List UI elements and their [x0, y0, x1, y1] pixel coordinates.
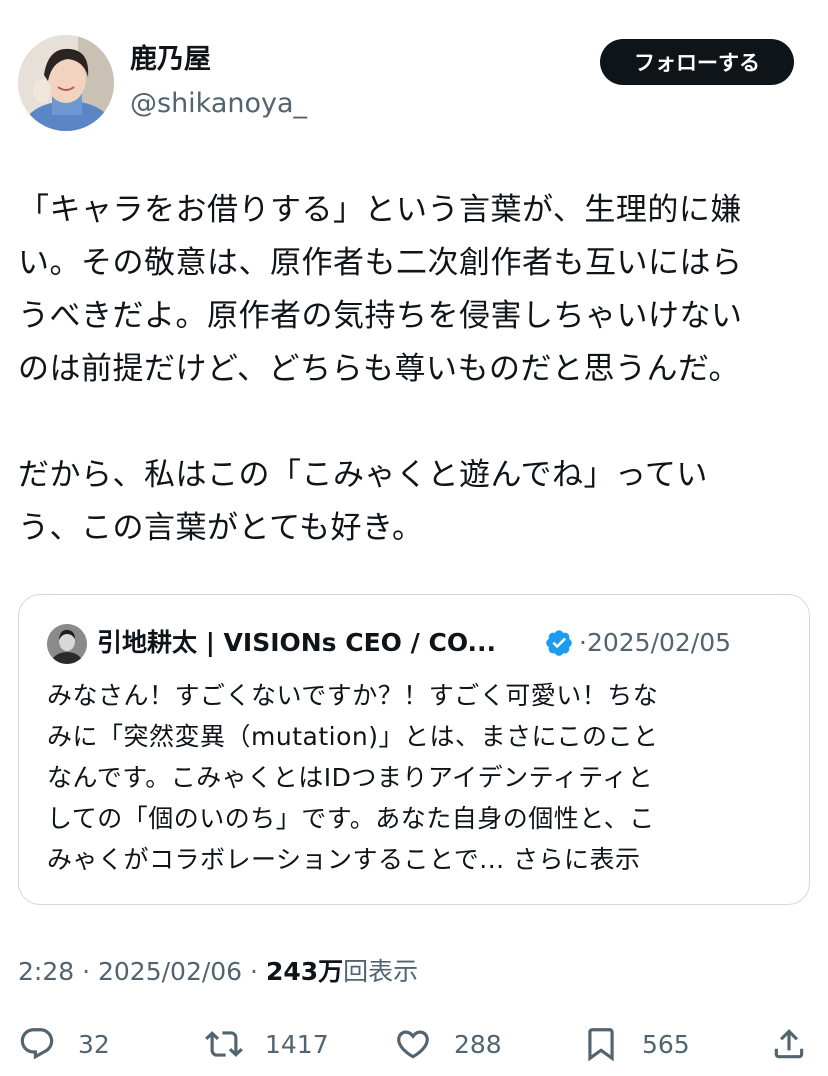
- avatar[interactable]: [18, 35, 114, 131]
- tweet-time[interactable]: 2:28: [18, 957, 74, 986]
- quote-text-line: なんです。こみゃくとはIDつまりアイデンティティと: [47, 763, 654, 792]
- tweet-text-line: うべきだよ。原作者の気持ちを侵害しちゃいけない: [18, 298, 743, 334]
- quote-text-line: みなさん！すごくないですか？！すごく可愛い！ちな: [47, 681, 659, 710]
- like-button[interactable]: 288: [394, 1018, 502, 1070]
- reply-button[interactable]: 32: [18, 1018, 110, 1070]
- tweet-text-line: う、この言葉がとても好き。: [18, 510, 424, 546]
- quote-date-text: 2025/02/05: [586, 628, 732, 657]
- quote-text-line: みゃくがコラボレーションすることで... さらに表示: [47, 839, 807, 880]
- tweet-text: 「キャラをお借りする」という言葉が、生理的に嫌 い。その敬意は、原作者も二次創作…: [18, 184, 818, 555]
- tweet-text-line: 「キャラをお借りする」という言葉が、生理的に嫌: [18, 192, 742, 228]
- bookmark-button[interactable]: 565: [582, 1018, 690, 1070]
- tweet-meta: 2:28 · 2025/02/06 · 243万回表示: [18, 954, 418, 990]
- show-more-link[interactable]: さらに表示: [513, 845, 641, 874]
- heart-icon: [397, 1030, 429, 1059]
- views-count: 243万: [265, 957, 344, 986]
- tweet-text-line: のは前提だけど、どちらも尊いものだと思うんだ。: [18, 351, 741, 387]
- views-label: 回表示: [343, 957, 419, 986]
- tweet-text-line: だから、私はこの「こみゃくと遊んでね」ってい: [18, 457, 708, 493]
- quote-text: みなさん！すごくないですか？！すごく可愛い！ちな みに「突然変異（mutatio…: [47, 675, 807, 880]
- quoted-tweet-card[interactable]: 引地耕太 | VISIONs CEO / CO... ·2025/02/05 み…: [18, 594, 810, 905]
- quote-text-line: みに「突然変異（mutation)」とは、まさにこのこと: [47, 722, 659, 751]
- meta-separator: ·: [82, 957, 91, 986]
- quote-date: ·2025/02/05: [579, 623, 731, 663]
- share-icon: [774, 1029, 804, 1059]
- quote-display-name: 引地耕太 | VISIONs CEO / CO...: [97, 628, 497, 657]
- quote-separator: ·: [579, 628, 587, 657]
- reply-count: 32: [78, 1029, 110, 1059]
- reply-icon: [20, 1028, 54, 1060]
- like-count: 288: [454, 1029, 502, 1059]
- profile-photo-avatar: [18, 35, 114, 131]
- verified-badge-icon: [546, 630, 572, 656]
- repost-button[interactable]: 1417: [205, 1018, 329, 1070]
- share-button[interactable]: [770, 1018, 808, 1070]
- quote-avatar: [47, 624, 87, 664]
- tweet-date[interactable]: 2025/02/06: [98, 957, 242, 986]
- quote-text-line: しての「個のいのち」です。あなた自身の個性と、こ: [47, 804, 655, 833]
- meta-separator: ·: [250, 957, 258, 986]
- quote-profile-photo: [47, 624, 87, 664]
- bookmark-icon: [588, 1028, 614, 1062]
- tweet-text-line: い。その敬意は、原作者も二次創作者も互いにはら: [18, 245, 743, 281]
- repost-count: 1417: [265, 1029, 329, 1059]
- author-handle[interactable]: @shikanoya_: [130, 86, 307, 122]
- action-bar: 32 1417 288 565: [0, 1018, 828, 1070]
- repost-icon: [205, 1031, 243, 1057]
- author-display-name[interactable]: 鹿乃屋: [130, 42, 211, 78]
- bookmark-count: 565: [642, 1029, 690, 1059]
- quote-last-line: みゃくがコラボレーションすることで...: [47, 845, 505, 874]
- follow-button[interactable]: フォローする: [600, 39, 794, 85]
